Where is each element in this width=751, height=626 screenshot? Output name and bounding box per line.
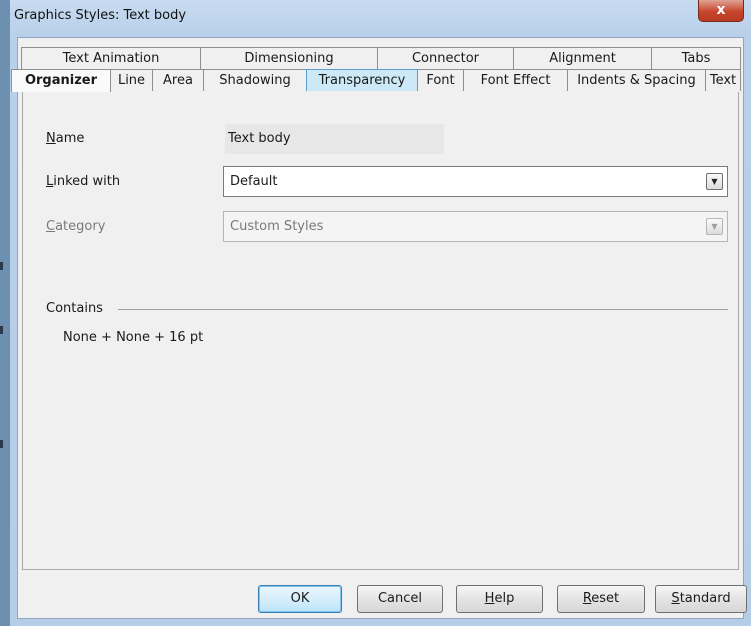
- tab-font-effect[interactable]: Font Effect: [463, 69, 568, 91]
- tab-indents-spacing[interactable]: Indents & Spacing: [567, 69, 706, 91]
- edge-mark: [0, 262, 3, 270]
- chevron-down-icon[interactable]: ▼: [706, 173, 723, 190]
- standard-button[interactable]: Standard: [655, 585, 747, 613]
- tab-text-animation[interactable]: Text Animation: [21, 47, 201, 69]
- tab-line[interactable]: Line: [110, 69, 153, 91]
- tab-alignment[interactable]: Alignment: [513, 47, 652, 69]
- mnemonic: N: [46, 131, 56, 146]
- label-text: inked with: [53, 174, 121, 189]
- close-button[interactable]: x: [698, 0, 744, 22]
- contains-heading: Contains: [46, 301, 103, 316]
- edge-mark: [0, 440, 3, 448]
- name-label: Name: [46, 131, 84, 146]
- tab-organizer[interactable]: Organizer: [11, 69, 111, 92]
- button-text: tandard: [679, 591, 731, 606]
- label-text: ategory: [55, 219, 106, 234]
- button-text: elp: [494, 591, 515, 606]
- tab-connector[interactable]: Connector: [377, 47, 514, 69]
- tab-area[interactable]: Area: [152, 69, 204, 91]
- reset-button[interactable]: Reset: [557, 585, 645, 613]
- mnemonic: R: [582, 591, 592, 606]
- dialog-title: Graphics Styles: Text body: [14, 8, 187, 23]
- cancel-button[interactable]: Cancel: [357, 585, 443, 613]
- tab-transparency[interactable]: Transparency: [306, 69, 418, 91]
- label-text: ame: [55, 131, 85, 146]
- linked-with-value: Default: [230, 174, 278, 189]
- section-divider: [118, 309, 728, 310]
- close-icon: x: [716, 2, 726, 18]
- button-text: eset: [591, 591, 620, 606]
- linked-with-label: Linked with: [46, 174, 120, 189]
- tab-font[interactable]: Font: [417, 69, 464, 91]
- linked-with-select[interactable]: Default ▼: [223, 166, 728, 197]
- tab-text[interactable]: Text: [705, 69, 741, 91]
- edge-mark: [0, 326, 3, 334]
- chevron-down-icon[interactable]: ▼: [706, 218, 723, 235]
- name-field[interactable]: Text body: [225, 124, 444, 154]
- tab-tabs[interactable]: Tabs: [651, 47, 741, 69]
- background-window-edge: [0, 0, 10, 626]
- category-value: Custom Styles: [230, 219, 324, 234]
- mnemonic: C: [46, 219, 56, 234]
- category-label: Category: [46, 219, 105, 234]
- contains-value: None + None + 16 pt: [63, 330, 204, 345]
- tab-dimensioning[interactable]: Dimensioning: [200, 47, 378, 69]
- mnemonic: H: [484, 591, 495, 606]
- mnemonic: S: [671, 591, 680, 606]
- ok-button[interactable]: OK: [258, 585, 342, 613]
- category-select[interactable]: Custom Styles ▼: [223, 211, 728, 242]
- help-button[interactable]: Help: [456, 585, 543, 613]
- tab-shadowing[interactable]: Shadowing: [203, 69, 307, 91]
